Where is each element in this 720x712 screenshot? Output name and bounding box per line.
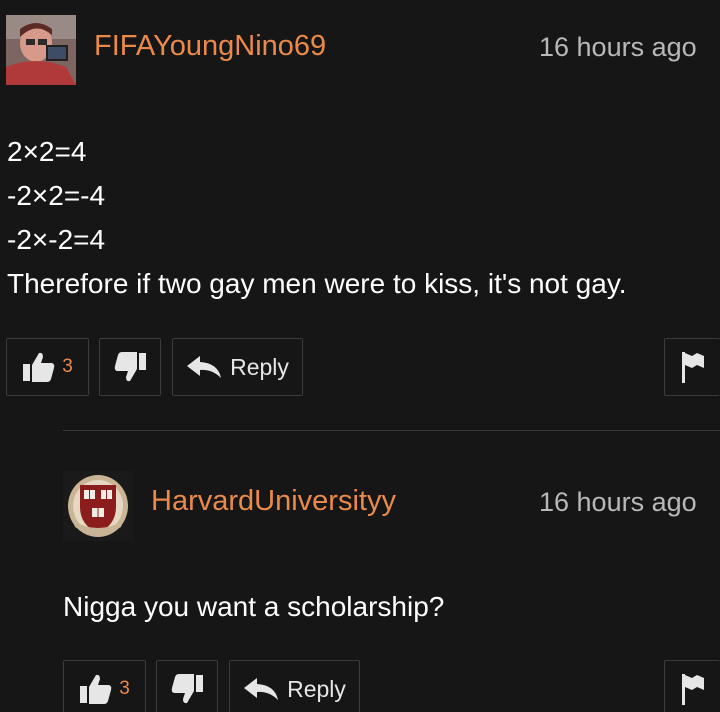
comment-body: 2×2=4 -2×2=-4 -2×-2=4 Therefore if two g… bbox=[7, 130, 627, 306]
comment-line: -2×-2=4 bbox=[7, 224, 106, 255]
comment-line: -2×2=-4 bbox=[7, 180, 106, 211]
user-photo-avatar-icon bbox=[6, 15, 76, 85]
divider bbox=[63, 430, 720, 431]
upvote-count: 3 bbox=[119, 678, 130, 699]
thumbs-up-icon bbox=[23, 352, 55, 382]
upvote-button[interactable]: 3 bbox=[6, 338, 89, 396]
avatar[interactable] bbox=[63, 471, 133, 541]
flag-button[interactable] bbox=[664, 338, 720, 396]
comment-actions: 3 Reply bbox=[0, 660, 720, 712]
flag-icon bbox=[681, 352, 704, 383]
harvard-shield-avatar-icon bbox=[63, 471, 133, 541]
comment-line: Therefore if two gay men were to kiss, i… bbox=[7, 268, 627, 299]
username[interactable]: HarvardUniversityy bbox=[151, 484, 396, 518]
comment-line: Nigga you want a scholarship? bbox=[63, 591, 445, 622]
comment-line: 2×2=4 bbox=[7, 136, 87, 167]
timestamp: 16 hours ago bbox=[539, 487, 697, 517]
upvote-button[interactable]: 3 bbox=[63, 660, 146, 712]
flag-icon bbox=[681, 674, 704, 705]
comment-thread: FIFAYoungNino69 16 hours ago 2×2=4 -2×2=… bbox=[0, 0, 720, 712]
thumbs-up-icon bbox=[80, 674, 112, 704]
reply-label: Reply bbox=[287, 675, 346, 702]
username[interactable]: FIFAYoungNino69 bbox=[94, 29, 326, 63]
reply-arrow-icon bbox=[244, 678, 279, 700]
downvote-button[interactable] bbox=[156, 660, 218, 712]
upvote-count: 3 bbox=[62, 356, 73, 377]
avatar[interactable] bbox=[6, 15, 76, 85]
flag-button[interactable] bbox=[664, 660, 720, 712]
reply-button[interactable]: Reply bbox=[229, 660, 360, 712]
thumbs-down-icon bbox=[171, 674, 203, 704]
comment-actions: 3 Reply bbox=[0, 338, 720, 398]
reply-button[interactable]: Reply bbox=[172, 338, 303, 396]
comment-body: Nigga you want a scholarship? bbox=[63, 585, 444, 629]
timestamp: 16 hours ago bbox=[539, 32, 697, 62]
thumbs-down-icon bbox=[114, 352, 146, 382]
reply-arrow-icon bbox=[187, 356, 222, 378]
downvote-button[interactable] bbox=[99, 338, 161, 396]
reply-label: Reply bbox=[230, 353, 289, 380]
